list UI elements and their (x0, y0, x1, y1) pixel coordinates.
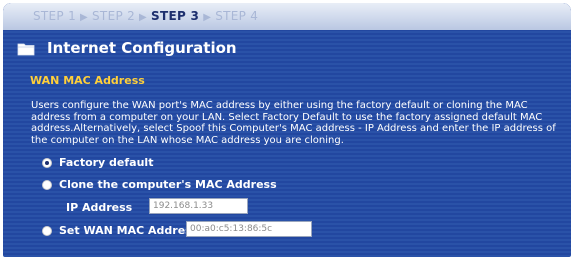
folder-icon (17, 43, 35, 56)
clone-mac-label: Clone the computer's MAC Address (59, 178, 277, 191)
title-row: Internet Configuration (3, 30, 571, 70)
step-separator-icon: ▶ (80, 12, 89, 23)
set-wan-mac-radio[interactable] (42, 226, 52, 236)
set-wan-mac-label: Set WAN MAC Address (59, 224, 199, 237)
section-description: Users configure the WAN port's MAC addre… (31, 100, 556, 146)
wizard-panel: STEP 1 ▶ STEP 2 ▶ STEP 3 ▶ STEP 4 Internet Con… (3, 3, 571, 257)
section-title: WAN MAC Address (30, 74, 145, 87)
step-separator-icon: ▶ (139, 12, 148, 23)
wan-mac-field[interactable]: 00:a0:c5:13:86:5c (186, 221, 312, 237)
step-separator-icon: ▶ (203, 12, 212, 23)
page-title: Internet Configuration (47, 39, 237, 57)
clone-mac-radio[interactable] (42, 180, 52, 190)
factory-default-radio[interactable] (42, 158, 52, 168)
ip-address-field[interactable]: 192.168.1.33 (149, 198, 248, 214)
step-2: STEP 2 (92, 9, 136, 23)
ip-address-label: IP Address (66, 201, 133, 214)
factory-default-label: Factory default (59, 156, 154, 169)
step-4: STEP 4 (215, 9, 259, 23)
step-list: STEP 1 ▶ STEP 2 ▶ STEP 3 ▶ STEP 4 (33, 3, 258, 31)
step-1: STEP 1 (33, 9, 77, 23)
step-bar: STEP 1 ▶ STEP 2 ▶ STEP 3 ▶ STEP 4 (3, 3, 571, 30)
page-frame: STEP 1 ▶ STEP 2 ▶ STEP 3 ▶ STEP 4 Internet Con… (0, 0, 575, 267)
step-3-current: STEP 3 (151, 9, 200, 23)
